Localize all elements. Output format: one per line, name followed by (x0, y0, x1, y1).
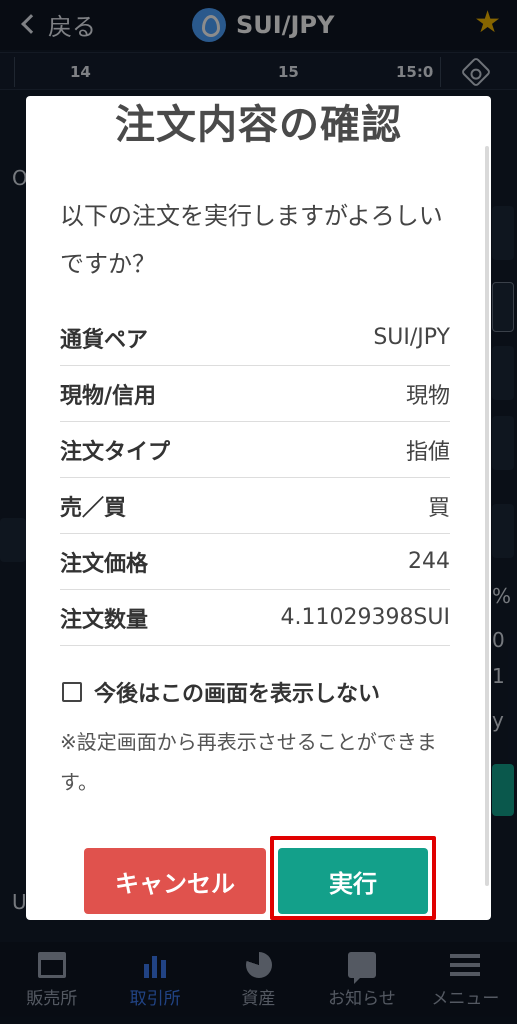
detail-value: 4.11029398SUI (280, 605, 450, 630)
dialog-question: 以下の注文を実行しますがよろしいですか？ (60, 202, 443, 278)
detail-label: 注文数量 (60, 607, 149, 633)
detail-label: 注文タイプ (60, 439, 171, 465)
detail-value: 買 (427, 495, 450, 521)
detail-value: SUI/JPY (373, 325, 450, 350)
order-confirm-dialog: 注文内容の確認 以下の注文を実行しますがよろしいですか？ 通貨ペア SUI/JP… (26, 96, 491, 920)
detail-label: 現物/信用 (60, 383, 157, 409)
order-details: 通貨ペア SUI/JPY 現物/信用 現物 注文タイプ 指値 売／買 買 注文価… (60, 310, 450, 646)
detail-row: 通貨ペア SUI/JPY (60, 310, 450, 366)
detail-value: 244 (408, 549, 450, 574)
detail-row: 売／買 買 (60, 478, 450, 534)
dont-show-checkbox[interactable] (62, 682, 82, 702)
dont-show-label: 今後はこの画面を表示しない (94, 682, 381, 707)
detail-label: 通貨ペア (60, 327, 149, 353)
dialog-scrollbar[interactable] (485, 146, 489, 886)
detail-row: 注文タイプ 指値 (60, 422, 450, 478)
detail-row: 現物/信用 現物 (60, 366, 450, 422)
detail-row: 注文数量 4.11029398SUI (60, 590, 450, 646)
cancel-button[interactable]: キャンセル (84, 848, 266, 914)
detail-row: 注文価格 244 (60, 534, 450, 590)
dont-show-again-option[interactable]: 今後はこの画面を表示しない (62, 674, 380, 710)
detail-label: 注文価格 (60, 551, 149, 577)
detail-value: 指値 (405, 439, 450, 465)
detail-value: 現物 (405, 383, 450, 409)
detail-label: 売／買 (60, 495, 127, 521)
settings-note: ※設定画面から再表示させることができます。 (60, 730, 437, 794)
dialog-title: 注文内容の確認 (115, 102, 402, 148)
execute-button[interactable]: 実行 (278, 848, 428, 914)
